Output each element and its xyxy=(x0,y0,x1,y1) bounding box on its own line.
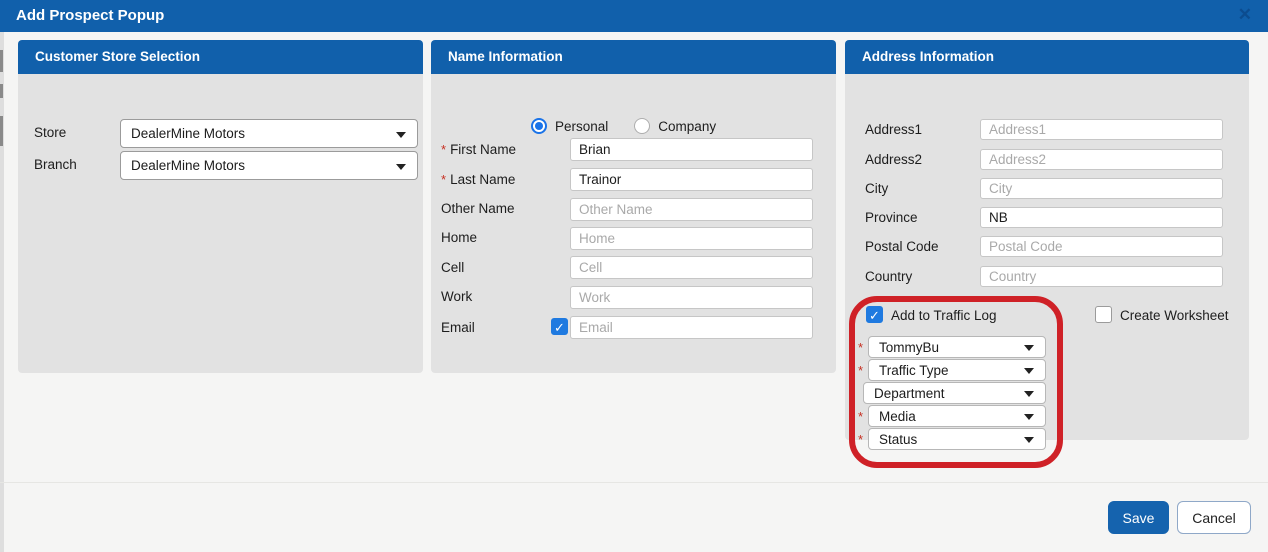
check-icon: ✓ xyxy=(869,308,880,323)
check-icon: ✓ xyxy=(554,320,565,335)
status-select-value: Status xyxy=(879,432,917,447)
country-input[interactable] xyxy=(980,266,1223,287)
status-select[interactable]: Status xyxy=(868,428,1046,450)
panel-title: Customer Store Selection xyxy=(18,40,423,74)
cell-label: Cell xyxy=(441,260,464,275)
salesperson-select[interactable]: TommyBu xyxy=(868,336,1046,358)
branch-select[interactable]: DealerMine Motors xyxy=(120,151,418,180)
add-prospect-dialog: Add Prospect Popup ✕ Customer Store Sele… xyxy=(0,0,1268,552)
required-marker: * xyxy=(441,172,446,187)
chevron-down-icon xyxy=(1024,345,1034,351)
cancel-button[interactable]: Cancel xyxy=(1177,501,1251,534)
panel-address-information: Address Information Address1 Address2 Ci… xyxy=(845,40,1249,440)
postal-code-label: Postal Code xyxy=(865,239,939,254)
home-input[interactable] xyxy=(570,227,813,250)
close-icon[interactable]: ✕ xyxy=(1238,0,1252,30)
person-type-radio-group: Personal Company xyxy=(531,118,716,134)
create-worksheet-label: Create Worksheet xyxy=(1120,308,1229,323)
address2-label: Address2 xyxy=(865,152,922,167)
chevron-down-icon xyxy=(1024,414,1034,420)
store-label: Store xyxy=(34,125,66,140)
save-button[interactable]: Save xyxy=(1108,501,1169,534)
last-name-label: *Last Name xyxy=(441,172,515,187)
panel-customer-store-selection: Customer Store Selection Store DealerMin… xyxy=(18,40,423,373)
salesperson-select-value: TommyBu xyxy=(879,340,939,355)
traffic-type-select[interactable]: Traffic Type xyxy=(868,359,1046,381)
email-checkbox[interactable]: ✓ xyxy=(551,318,568,335)
personal-radio[interactable] xyxy=(531,118,547,134)
first-name-input[interactable] xyxy=(570,138,813,161)
page-edge-artifact xyxy=(0,32,4,552)
media-select[interactable]: Media xyxy=(868,405,1046,427)
address1-label: Address1 xyxy=(865,122,922,137)
dialog-titlebar: Add Prospect Popup ✕ xyxy=(0,0,1268,32)
department-select[interactable]: Department xyxy=(863,382,1046,404)
country-label: Country xyxy=(865,269,912,284)
chevron-down-icon xyxy=(396,132,406,138)
personal-radio-label: Personal xyxy=(555,119,608,134)
other-name-input[interactable] xyxy=(570,198,813,221)
panel-title: Address Information xyxy=(845,40,1249,74)
chevron-down-icon xyxy=(1024,391,1034,397)
branch-label: Branch xyxy=(34,157,77,172)
province-input[interactable] xyxy=(980,207,1223,228)
required-marker: * xyxy=(858,432,863,447)
company-radio-label: Company xyxy=(658,119,716,134)
work-input[interactable] xyxy=(570,286,813,309)
required-marker: * xyxy=(858,363,863,378)
panel-title: Name Information xyxy=(431,40,836,74)
cell-input[interactable] xyxy=(570,256,813,279)
store-select-value: DealerMine Motors xyxy=(131,126,245,141)
company-radio[interactable] xyxy=(634,118,650,134)
footer-divider xyxy=(0,482,1268,483)
email-label: Email xyxy=(441,320,475,335)
address2-input[interactable] xyxy=(980,149,1223,170)
create-worksheet-checkbox[interactable] xyxy=(1095,306,1112,323)
media-select-value: Media xyxy=(879,409,916,424)
work-label: Work xyxy=(441,289,472,304)
department-select-value: Department xyxy=(874,386,945,401)
branch-select-value: DealerMine Motors xyxy=(131,158,245,173)
last-name-input[interactable] xyxy=(570,168,813,191)
required-marker: * xyxy=(858,409,863,424)
home-label: Home xyxy=(441,230,477,245)
first-name-label: *First Name xyxy=(441,142,516,157)
required-marker: * xyxy=(858,340,863,355)
chevron-down-icon xyxy=(1024,368,1034,374)
chevron-down-icon xyxy=(1024,437,1034,443)
address1-input[interactable] xyxy=(980,119,1223,140)
required-marker: * xyxy=(441,142,446,157)
add-to-traffic-log-checkbox[interactable]: ✓ xyxy=(866,306,883,323)
other-name-label: Other Name xyxy=(441,201,515,216)
traffic-type-select-value: Traffic Type xyxy=(879,363,949,378)
panel-name-information: Name Information Personal Company *First… xyxy=(431,40,836,373)
chevron-down-icon xyxy=(396,164,406,170)
store-select[interactable]: DealerMine Motors xyxy=(120,119,418,148)
dialog-title: Add Prospect Popup xyxy=(16,0,164,32)
email-input[interactable] xyxy=(570,316,813,339)
city-label: City xyxy=(865,181,888,196)
add-to-traffic-log-label: Add to Traffic Log xyxy=(891,308,997,323)
city-input[interactable] xyxy=(980,178,1223,199)
province-label: Province xyxy=(865,210,918,225)
postal-code-input[interactable] xyxy=(980,236,1223,257)
